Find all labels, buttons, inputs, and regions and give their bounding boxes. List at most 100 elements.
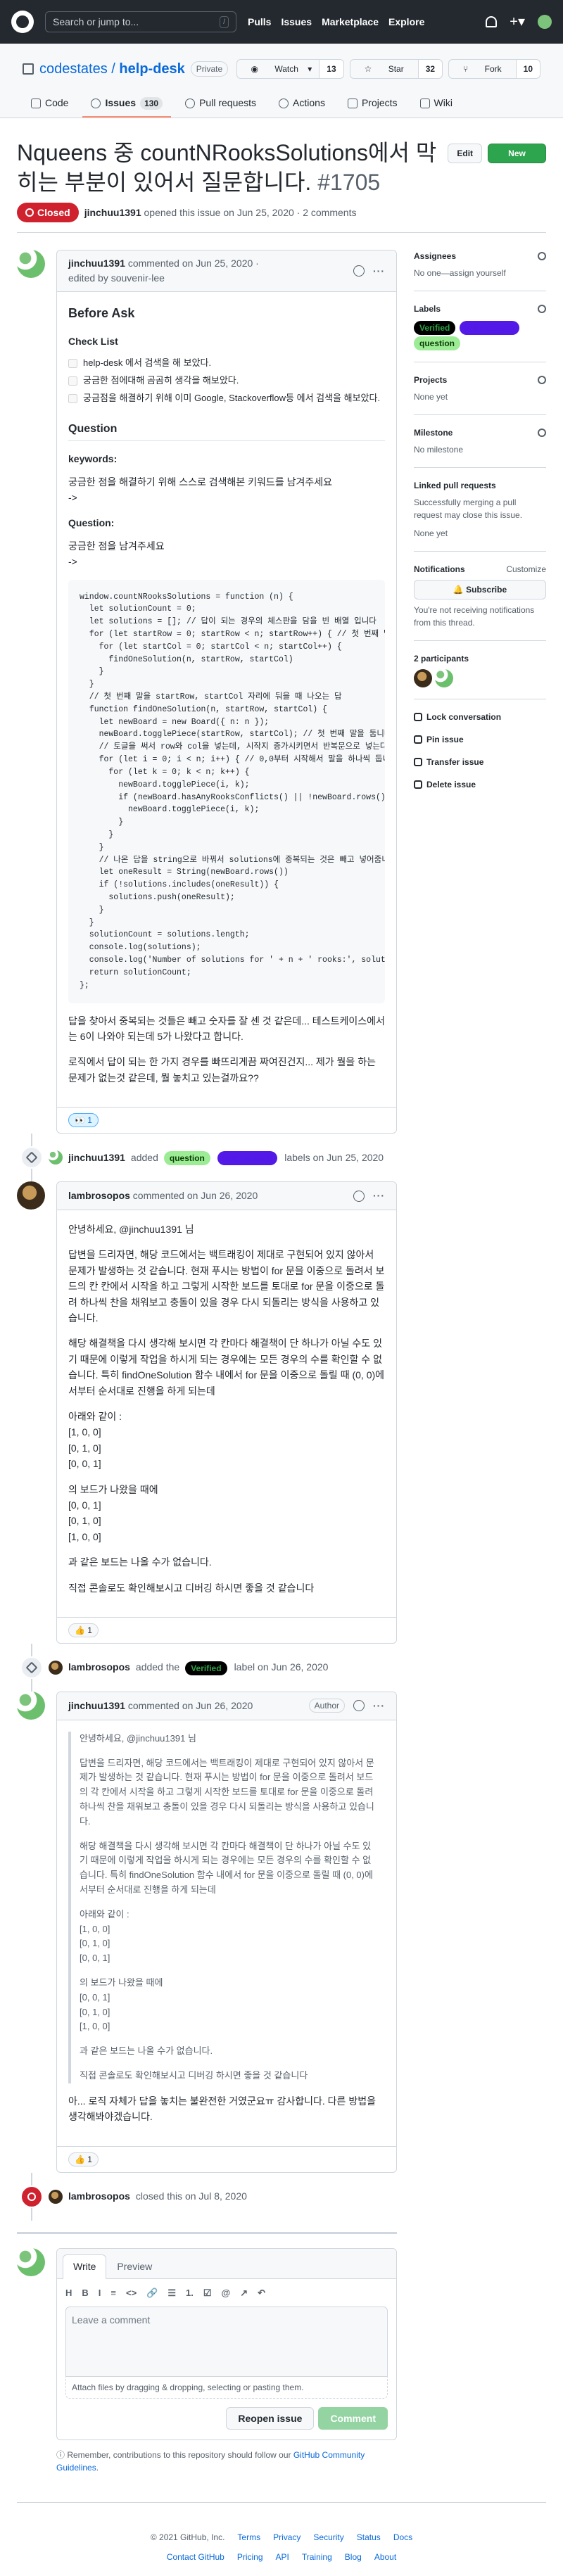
reply-icon[interactable]: ↶ <box>258 2286 265 2300</box>
new-issue-button[interactable]: New issue <box>488 144 546 177</box>
github-logo-icon[interactable] <box>11 11 34 33</box>
italic-icon[interactable]: I <box>99 2286 101 2300</box>
code-icon[interactable]: <> <box>126 2286 137 2300</box>
gear-icon[interactable] <box>538 429 546 437</box>
nav-pulls[interactable]: Pulls <box>248 15 271 30</box>
label-verified[interactable]: Verified <box>185 1661 227 1675</box>
quote-icon[interactable]: ≡ <box>110 2286 116 2300</box>
comment-time[interactable]: commented on Jun 26, 2020 <box>128 1700 253 1711</box>
gear-icon[interactable] <box>538 252 546 260</box>
bell-icon[interactable] <box>486 16 498 27</box>
participant-avatar[interactable] <box>435 669 453 687</box>
footer-security[interactable]: Security <box>313 2531 343 2544</box>
star-button[interactable]: ☆ Star 32 <box>349 59 443 79</box>
cross-reference-icon[interactable]: ↗ <box>240 2286 248 2300</box>
footer-about[interactable]: About <box>374 2551 396 2563</box>
fork-count[interactable]: 10 <box>515 60 540 78</box>
lock-conversation-link[interactable]: Lock conversation <box>414 711 546 723</box>
comment-submit-button[interactable]: Comment <box>318 2407 388 2430</box>
subscribe-button[interactable]: 🔔 Subscribe <box>414 580 546 599</box>
tab-pull-requests[interactable]: Pull requests <box>177 90 265 118</box>
kebab-menu-icon[interactable]: ··· <box>373 1188 385 1203</box>
assign-yourself-link[interactable]: No one—assign yourself <box>414 267 546 279</box>
tab-preview[interactable]: Preview <box>106 2254 163 2278</box>
mention-icon[interactable]: @ <box>222 2286 231 2300</box>
participant-avatar[interactable] <box>414 669 432 687</box>
label-help-wanted[interactable]: help wanted <box>459 321 520 335</box>
nav-explore[interactable]: Explore <box>388 15 424 30</box>
attach-files-zone[interactable]: Attach files by dragging & dropping, sel… <box>65 2377 388 2399</box>
event-time[interactable]: label on Jun 26, 2020 <box>234 1660 329 1675</box>
event-actor[interactable]: lambrosopos <box>68 1660 130 1675</box>
comment-author[interactable]: jinchuu1391 <box>68 258 125 269</box>
smiley-icon[interactable] <box>353 1700 365 1712</box>
repo-owner-link[interactable]: codestates <box>39 61 108 77</box>
footer-docs[interactable]: Docs <box>393 2531 412 2544</box>
delete-issue-link[interactable]: Delete issue <box>414 778 546 791</box>
event-actor[interactable]: lambrosopos <box>68 2189 130 2204</box>
nav-marketplace[interactable]: Marketplace <box>322 15 379 30</box>
event-time[interactable]: closed this on Jul 8, 2020 <box>136 2189 247 2204</box>
edited-by[interactable]: edited by souvenir-lee <box>68 272 165 284</box>
footer-status[interactable]: Status <box>357 2531 381 2544</box>
label-question[interactable]: question <box>414 336 460 350</box>
transfer-issue-link[interactable]: Transfer issue <box>414 756 546 768</box>
footer-pricing[interactable]: Pricing <box>237 2551 263 2563</box>
fork-button[interactable]: ⑂ Fork 10 <box>448 59 540 79</box>
avatar[interactable] <box>17 1181 45 1210</box>
footer-blog[interactable]: Blog <box>345 2551 362 2563</box>
reaction-eyes[interactable]: 👀 1 <box>68 1113 99 1128</box>
star-count[interactable]: 32 <box>417 60 443 78</box>
issue-author[interactable]: jinchuu1391 <box>84 207 141 218</box>
event-actor[interactable]: jinchuu1391 <box>68 1150 125 1165</box>
heading-icon[interactable]: H <box>65 2286 72 2300</box>
tasklist-icon[interactable]: ☑ <box>203 2286 212 2300</box>
avatar[interactable] <box>49 1150 63 1165</box>
smiley-icon[interactable] <box>353 1190 365 1202</box>
smiley-icon[interactable] <box>353 265 365 277</box>
list-ordered-icon[interactable]: 1. <box>186 2286 194 2300</box>
watch-button[interactable]: ◉ Watch ▾ 13 <box>236 59 344 79</box>
footer-privacy[interactable]: Privacy <box>273 2531 301 2544</box>
repo-name-link[interactable]: help-desk <box>119 61 184 77</box>
list-unordered-icon[interactable]: ☰ <box>167 2286 176 2300</box>
avatar[interactable] <box>49 2189 63 2204</box>
kebab-menu-icon[interactable]: ··· <box>373 1699 385 1713</box>
search-input[interactable]: Search or jump to... / <box>45 11 236 32</box>
link-icon[interactable]: 🔗 <box>146 2286 158 2300</box>
kebab-menu-icon[interactable]: ··· <box>373 264 385 279</box>
footer-training[interactable]: Training <box>302 2551 332 2563</box>
reopen-issue-button[interactable]: Reopen issue <box>226 2407 315 2430</box>
customize-link[interactable]: Customize <box>506 563 546 576</box>
user-avatar[interactable] <box>538 15 552 29</box>
gear-icon[interactable] <box>538 376 546 384</box>
watch-count[interactable]: 13 <box>319 60 343 78</box>
avatar[interactable] <box>17 250 45 278</box>
reaction-thumbs-up[interactable]: 👍 1 <box>68 2152 99 2166</box>
label-help-wanted[interactable]: help wanted <box>217 1151 278 1166</box>
comment-author[interactable]: jinchuu1391 <box>68 1700 125 1711</box>
reaction-thumbs-up[interactable]: 👍 1 <box>68 1623 99 1637</box>
label-verified[interactable]: Verified <box>414 321 456 335</box>
event-time[interactable]: labels on Jun 25, 2020 <box>284 1150 384 1165</box>
comment-time[interactable]: commented on Jun 25, 2020 · <box>128 258 259 269</box>
comment-time[interactable]: commented on Jun 26, 2020 <box>133 1190 258 1201</box>
bold-icon[interactable]: B <box>82 2286 88 2300</box>
avatar[interactable] <box>17 1691 45 1720</box>
tab-wiki[interactable]: Wiki <box>412 90 461 118</box>
tab-issues[interactable]: Issues 130 <box>82 90 172 118</box>
comment-author[interactable]: lambrosopos <box>68 1190 130 1201</box>
avatar[interactable] <box>49 1660 63 1675</box>
footer-terms[interactable]: Terms <box>237 2531 260 2544</box>
tab-actions[interactable]: Actions <box>270 90 334 118</box>
gear-icon[interactable] <box>538 305 546 313</box>
footer-contact[interactable]: Contact GitHub <box>167 2551 224 2563</box>
pin-issue-link[interactable]: Pin issue <box>414 733 546 746</box>
edit-title-button[interactable]: Edit <box>448 144 483 163</box>
plus-icon[interactable]: +▾ <box>510 15 525 29</box>
tab-write[interactable]: Write <box>63 2254 107 2279</box>
label-question[interactable]: question <box>163 1151 210 1166</box>
nav-issues[interactable]: Issues <box>281 15 312 30</box>
tab-projects[interactable]: Projects <box>339 90 406 118</box>
comment-textarea[interactable]: Leave a comment <box>65 2307 388 2378</box>
